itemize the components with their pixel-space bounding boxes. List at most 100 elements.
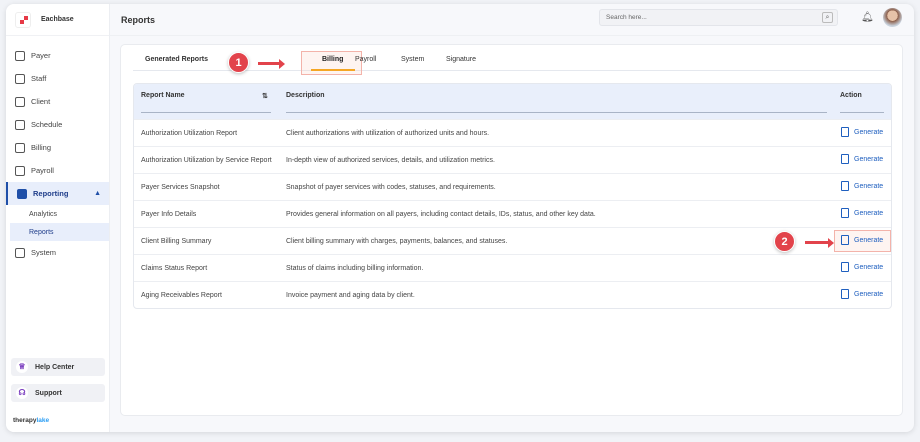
report-description: Client authorizations with utilization o… [286, 130, 490, 137]
generate-label: Generate [854, 290, 884, 298]
sidebar-item-label: Schedule [31, 120, 63, 129]
report-name: Claims Status Report [141, 265, 208, 272]
support-button[interactable]: ☊ Support [11, 384, 105, 402]
table-row: Claims Status Report Status of claims in… [134, 254, 891, 281]
sidebar-sub-analytics[interactable]: Analytics [6, 205, 109, 223]
team-icon [15, 73, 25, 84]
document-add-icon [841, 181, 849, 191]
sidebar-item-payer[interactable]: Payer [6, 44, 109, 67]
sidebar-item-label: Payroll [31, 166, 54, 175]
search-icon[interactable]: ⌕ [822, 12, 833, 23]
annotation-arrow-1 [258, 58, 285, 69]
sidebar-item-label: Staff [31, 74, 47, 83]
user-icon [15, 96, 25, 107]
gear-icon [15, 247, 25, 258]
help-icon: ♕ [16, 361, 28, 373]
headset-icon: ☊ [16, 387, 28, 399]
generate-button[interactable]: Generate [841, 208, 883, 218]
table-row: Aging Receivables Report Invoice payment… [134, 281, 891, 308]
generate-button[interactable]: Generate [841, 127, 883, 137]
tab-billing[interactable]: Billing [322, 56, 343, 63]
report-icon [17, 188, 27, 199]
avatar[interactable] [883, 8, 902, 27]
calendar-icon [15, 119, 25, 130]
tab-payroll[interactable]: Payroll [355, 56, 376, 63]
brand-name: Eachbase [41, 16, 74, 23]
logo-icon [15, 11, 31, 28]
report-name: Aging Receivables Report [141, 292, 222, 299]
generate-label: Generate [854, 182, 884, 190]
report-description: Client billing summary with charges, pay… [286, 238, 508, 245]
table-row: Payer Info Details Provides general info… [134, 200, 891, 227]
generate-label: Generate [854, 209, 884, 217]
col-report-name: Report Name [141, 92, 185, 99]
document-add-icon [841, 154, 849, 164]
report-name: Payer Info Details [141, 211, 197, 218]
generate-button[interactable]: Generate [841, 289, 883, 299]
generate-button[interactable]: Generate [841, 235, 883, 245]
annotation-badge-1: 1 [228, 52, 249, 73]
receipt-icon [15, 142, 25, 153]
report-description: Invoice payment and aging data by client… [286, 292, 415, 299]
document-add-icon [841, 289, 849, 299]
help-label: Help Center [35, 363, 75, 371]
table-row: Authorization Utilization by Service Rep… [134, 146, 891, 173]
tab-signature[interactable]: Signature [446, 56, 476, 63]
col-action: Action [840, 92, 862, 99]
search-input[interactable]: Search here... ⌕ [599, 9, 838, 26]
brand[interactable]: Eachbase [6, 4, 109, 36]
report-name: Client Billing Summary [141, 238, 212, 245]
report-description: Status of claims including billing infor… [286, 265, 424, 272]
sidebar-sub-reports[interactable]: Reports [10, 223, 109, 241]
therapylake-logo: therapylake [13, 417, 50, 424]
sidebar-item-staff[interactable]: Staff [6, 67, 109, 90]
sort-icon[interactable]: ⇅ [262, 92, 268, 100]
chevron-up-icon[interactable]: ▲ [94, 190, 101, 197]
generate-button[interactable]: Generate [841, 181, 883, 191]
annotation-badge-2: 2 [774, 231, 795, 252]
report-name: Authorization Utilization by Service Rep… [141, 157, 272, 164]
sidebar-item-billing[interactable]: Billing [6, 136, 109, 159]
highlight-box [301, 51, 362, 75]
help-center-button[interactable]: ♕ Help Center [11, 358, 105, 376]
generate-button[interactable]: Generate [841, 262, 883, 272]
active-tab-indicator [311, 69, 355, 71]
report-description: In-depth view of authorized services, de… [286, 157, 495, 164]
sidebar-item-label: Payer [31, 51, 51, 60]
sidebar-item-label: Reporting [33, 189, 69, 198]
table-header: Report Name ⇅ Description Action [134, 84, 891, 119]
money-icon [15, 165, 25, 176]
document-add-icon [841, 127, 849, 137]
bell-icon[interactable]: 🔔︎ [861, 12, 874, 23]
app-window: Eachbase Payer Staff Client Schedule Billing… [6, 4, 914, 432]
col-description: Description [286, 92, 325, 99]
sidebar-item-schedule[interactable]: Schedule [6, 113, 109, 136]
sidebar-item-client[interactable]: Client [6, 90, 109, 113]
generate-label: Generate [854, 155, 884, 163]
reports-table: Report Name ⇅ Description Action Authori… [133, 83, 892, 309]
sidebar-item-label: Client [31, 97, 51, 106]
table-row: Authorization Utilization Report Client … [134, 119, 891, 146]
generate-label: Generate [854, 236, 884, 244]
table-row: Payer Services Snapshot Snapshot of paye… [134, 173, 891, 200]
sidebar-item-system[interactable]: System [6, 241, 109, 264]
report-name: Payer Services Snapshot [141, 184, 220, 191]
page-title: Reports [121, 14, 156, 25]
tab-generated-reports[interactable]: Generated Reports [145, 56, 208, 63]
sidebar-item-payroll[interactable]: Payroll [6, 159, 109, 182]
sidebar-item-label: Billing [31, 143, 52, 152]
support-label: Support [35, 389, 62, 397]
report-description: Provides general information on all paye… [286, 211, 596, 218]
tab-system[interactable]: System [401, 56, 424, 63]
generate-button[interactable]: Generate [841, 154, 883, 164]
sidebar-item-reporting[interactable]: Reporting ▲ [6, 182, 109, 205]
document-add-icon [841, 235, 849, 245]
search-placeholder: Search here... [606, 14, 647, 21]
reports-panel: Generated Reports Billing Payroll System… [120, 44, 903, 416]
report-description: Snapshot of payer services with codes, s… [286, 184, 496, 191]
document-add-icon [841, 208, 849, 218]
sidebar-item-label: System [31, 248, 57, 257]
generate-label: Generate [854, 263, 884, 271]
shield-icon [15, 50, 25, 61]
generate-label: Generate [854, 128, 884, 136]
